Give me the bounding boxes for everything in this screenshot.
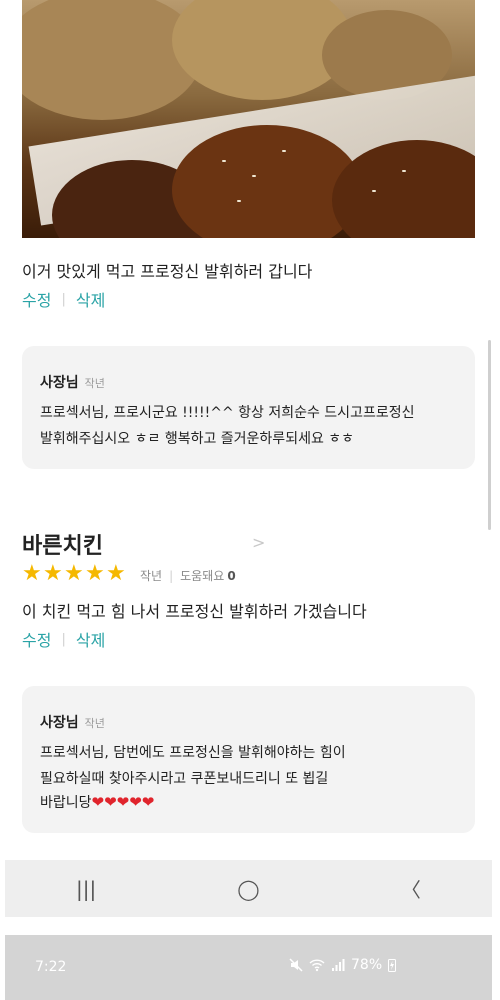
scrollbar[interactable] (488, 340, 491, 530)
battery-charging-icon (388, 959, 397, 972)
star-rating: ★ ★ ★ ★ ★ (22, 563, 127, 585)
reply-author: 사장님 (40, 715, 79, 731)
signal-icon (332, 959, 345, 971)
heart-icons: ❤❤❤❤❤ (91, 793, 155, 811)
review-photo[interactable] (22, 0, 475, 238)
star-icon: ★ (64, 561, 84, 586)
review-text: 이 치킨 먹고 힘 나서 프로정신 발휘하러 가겠습니다 (22, 602, 367, 621)
clock: 7:22 (35, 959, 67, 975)
delete-link[interactable]: 삭제 (76, 287, 105, 311)
helpful-label[interactable]: 도움돼요 (180, 567, 224, 584)
reply-date: 작년 (84, 377, 105, 390)
reply-text-line: 필요하실때 찾아주시라고 쿠폰보내드리니 또 뵙길 (40, 771, 329, 787)
sesame-seed (402, 170, 406, 172)
sesame-seed (372, 190, 376, 192)
reply-text-line: 발휘해주십시오 ㅎㄹ 행복하고 즐거운하루되세요 ㅎㅎ (40, 431, 355, 447)
reply-text: 바랍니당 (40, 795, 92, 811)
back-icon: 〈 (400, 878, 421, 902)
reply-date: 작년 (84, 717, 105, 730)
sesame-seed (282, 150, 286, 152)
edit-link[interactable]: 수정 (22, 287, 51, 311)
review-actions: 수정 | 삭제 (22, 627, 105, 651)
helpful-count: 0 (227, 568, 236, 583)
divider: | (61, 291, 66, 307)
review-meta: 작년 | 도움돼요 0 (140, 567, 236, 584)
reply-header: 사장님 작년 (40, 372, 105, 392)
divider: | (61, 631, 66, 647)
review-actions: 수정 | 삭제 (22, 287, 105, 311)
battery-percent: 78% (351, 957, 383, 973)
mute-icon (289, 958, 303, 972)
star-icon: ★ (106, 561, 126, 586)
status-bar: 7:22 78% (5, 935, 492, 1000)
sesame-seed (222, 160, 226, 162)
recent-apps-button[interactable]: ||| (56, 869, 116, 909)
fried-chicken-piece (22, 0, 202, 120)
sesame-seed (237, 200, 241, 202)
reply-header: 사장님 작년 (40, 712, 105, 732)
store-name[interactable]: 바른치킨 (22, 528, 103, 560)
delete-link[interactable]: 삭제 (76, 627, 105, 651)
reply-author: 사장님 (40, 375, 79, 391)
reply-text-line: 프로섹서님, 프로시군요 !!!!!^^ 항상 저희순수 드시고프로정신 (40, 405, 415, 421)
owner-reply: 사장님 작년 프로섹서님, 프로시군요 !!!!!^^ 항상 저희순수 드시고프… (22, 346, 475, 469)
star-icon: ★ (85, 561, 105, 586)
star-icon: ★ (22, 561, 42, 586)
navigation-bar: ||| ◯ 〈 (5, 860, 492, 917)
recent-apps-icon: ||| (76, 876, 97, 901)
review-date: 작년 (140, 569, 163, 583)
back-button[interactable]: 〈 (381, 869, 441, 909)
status-icons: 78% (289, 957, 397, 973)
owner-reply: 사장님 작년 프로섹서님, 담번에도 프로정신을 발휘해야하는 힘이 필요하실때… (22, 686, 475, 833)
chevron-right-icon[interactable]: > (252, 533, 265, 552)
edit-link[interactable]: 수정 (22, 627, 51, 651)
sesame-seed (252, 175, 256, 177)
reply-text-line: 프로섹서님, 담번에도 프로정신을 발휘해야하는 힘이 (40, 745, 346, 761)
home-icon: ◯ (237, 876, 260, 901)
home-button[interactable]: ◯ (218, 869, 278, 909)
wifi-icon (309, 959, 325, 972)
star-icon: ★ (43, 561, 63, 586)
review-text: 이거 맛있게 먹고 프로정신 발휘하러 갑니다 (22, 262, 313, 281)
divider: | (169, 568, 174, 583)
reply-text-line: 바랍니당❤❤❤❤❤ (40, 792, 154, 812)
